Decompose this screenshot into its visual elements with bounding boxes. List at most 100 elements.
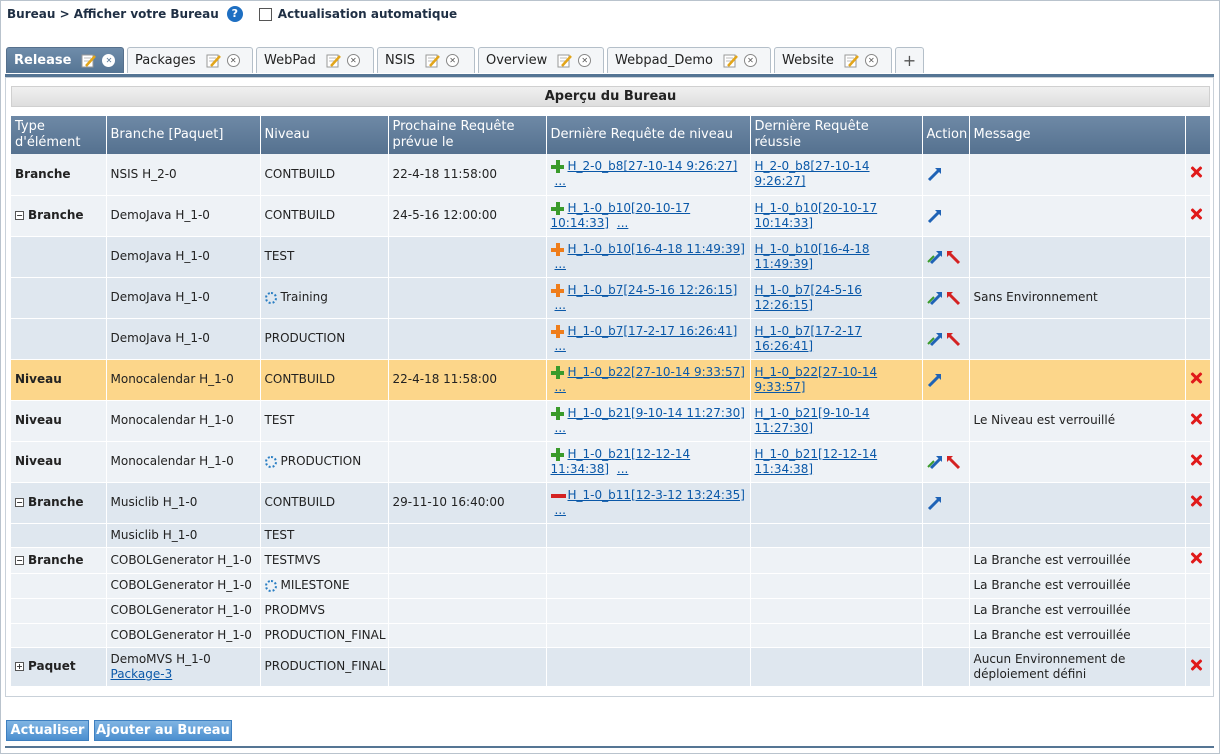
deploy-icon[interactable] (926, 249, 943, 265)
type-label: Niveau (15, 454, 62, 468)
close-icon[interactable]: ✕ (346, 54, 360, 67)
collapse-icon[interactable]: − (15, 211, 24, 220)
more-link[interactable]: ... (617, 216, 628, 230)
more-link[interactable]: ... (617, 462, 628, 476)
delete-icon[interactable] (1190, 166, 1202, 178)
edit-icon[interactable] (326, 53, 341, 68)
more-link[interactable]: ... (555, 421, 566, 435)
delete-icon[interactable] (1190, 552, 1202, 564)
more-link[interactable]: ... (555, 257, 566, 271)
add-request-icon[interactable] (550, 242, 564, 256)
collapse-icon[interactable]: − (15, 555, 24, 565)
promote-icon[interactable] (927, 372, 943, 388)
more-link[interactable]: ... (555, 298, 566, 312)
success-request-link[interactable]: H_1-0_b7[17-2-17 16:26:41] (755, 324, 862, 353)
tab-webpad-demo[interactable]: Webpad_Demo ✕ (607, 47, 771, 73)
collapse-icon[interactable]: − (15, 498, 24, 507)
demote-icon[interactable] (945, 331, 961, 347)
add-request-icon[interactable] (550, 160, 564, 174)
promote-icon[interactable] (927, 495, 943, 511)
add-tab-button[interactable]: + (895, 47, 924, 73)
add-to-bureau-button[interactable]: Ajouter au Bureau (94, 720, 232, 741)
close-icon[interactable]: ✕ (446, 54, 460, 67)
add-request-icon[interactable] (550, 283, 564, 297)
type-cell (11, 236, 107, 278)
edit-icon[interactable] (425, 53, 440, 68)
add-request-icon[interactable] (550, 324, 564, 338)
add-request-icon[interactable] (550, 201, 564, 215)
request-link[interactable]: H_1-0_b11[12-3-12 13:24:35] (568, 488, 745, 502)
success-request-link[interactable]: H_2-0_b8[27-10-14 9:26:27] (755, 159, 870, 188)
success-request-link[interactable]: H_1-0_b7[24-5-16 12:26:15] (755, 283, 862, 312)
delete-cell (1185, 523, 1211, 548)
tab-release[interactable]: Release ✕ (6, 47, 124, 73)
close-icon[interactable]: ✕ (743, 54, 757, 67)
delete-icon[interactable] (1190, 454, 1202, 466)
tab-label: Website (782, 53, 834, 68)
auto-refresh-checkbox[interactable] (258, 7, 272, 21)
table-row: DemoJava H_1-0 PRODUCTION H_1-0_b7[17-2-17… (11, 318, 1211, 360)
request-link[interactable]: H_1-0_b7[24-5-16 12:26:15] (568, 283, 738, 297)
tab-website[interactable]: Website ✕ (774, 47, 892, 73)
success-request-link[interactable]: H_1-0_b22[27-10-14 9:33:57] (755, 365, 878, 394)
expand-icon[interactable]: + (15, 662, 24, 671)
request-link[interactable]: H_2-0_b8[27-10-14 9:26:27] (568, 159, 738, 173)
delete-icon[interactable] (1190, 659, 1202, 671)
promote-icon[interactable] (927, 208, 943, 224)
close-icon[interactable]: ✕ (578, 54, 592, 67)
add-request-icon[interactable] (550, 406, 564, 420)
demote-icon[interactable] (945, 454, 961, 470)
tab-webpad[interactable]: WebPad ✕ (256, 47, 374, 73)
more-link[interactable]: ... (555, 503, 566, 517)
tab-nsis[interactable]: NSIS ✕ (377, 47, 475, 73)
deploy-icon[interactable] (926, 331, 943, 347)
demote-icon[interactable] (945, 290, 961, 306)
delete-icon[interactable] (1190, 495, 1202, 507)
edit-icon[interactable] (557, 53, 573, 68)
delete-icon[interactable] (1190, 413, 1202, 425)
type-cell (11, 318, 107, 360)
request-link[interactable]: H_1-0_b7[17-2-17 16:26:41] (568, 324, 738, 338)
deploy-icon[interactable] (926, 454, 943, 470)
demote-icon[interactable] (945, 249, 961, 265)
deploy-icon[interactable] (926, 290, 943, 306)
add-request-icon[interactable] (550, 447, 564, 461)
delete-cell (1185, 441, 1211, 483)
request-link[interactable]: H_1-0_b10[16-4-18 11:49:39] (568, 242, 745, 256)
edit-icon[interactable] (844, 53, 859, 68)
close-icon[interactable]: ✕ (226, 54, 240, 67)
success-request-link[interactable]: H_1-0_b10[16-4-18 11:49:39] (755, 242, 870, 271)
success-request-link[interactable]: H_1-0_b10[20-10-17 10:14:33] (755, 201, 878, 230)
promote-icon[interactable] (927, 166, 943, 182)
edit-icon[interactable] (723, 53, 738, 68)
request-link[interactable]: H_1-0_b21[9-10-14 11:27:30] (568, 406, 745, 420)
level-name: CONTBUILD (264, 166, 336, 181)
last-level-request-cell: H_1-0_b10[20-10-17 10:14:33] ... (546, 195, 751, 237)
delete-icon[interactable] (1190, 208, 1202, 220)
tab-packages[interactable]: Packages ✕ (127, 47, 253, 73)
edit-icon[interactable] (81, 53, 97, 68)
action-cell (922, 523, 970, 548)
success-request-link[interactable]: H_1-0_b21[9-10-14 11:27:30] (755, 406, 870, 435)
add-request-icon[interactable] (550, 365, 564, 379)
more-link[interactable]: ... (555, 174, 566, 188)
failed-request-icon[interactable] (550, 489, 566, 502)
refresh-button[interactable]: Actualiser (6, 720, 89, 741)
branch-name: DemoJava H_1-0 (110, 331, 210, 345)
more-link[interactable]: ... (555, 380, 566, 394)
branch-name: DemoMVS H_1-0 (110, 651, 211, 666)
package-link[interactable]: Package-3 (111, 667, 173, 681)
request-link[interactable]: H_1-0_b22[27-10-14 9:33:57] (568, 365, 745, 379)
tab-overview[interactable]: Overview ✕ (478, 47, 604, 73)
action-cell (922, 195, 970, 237)
close-icon[interactable]: ✕ (864, 54, 878, 67)
success-request-link[interactable]: H_1-0_b21[12-12-14 11:34:38] (755, 447, 878, 476)
last-level-request-cell: H_2-0_b8[27-10-14 9:26:27] ... (546, 154, 751, 196)
delete-icon[interactable] (1190, 372, 1202, 384)
last-level-request-cell (546, 573, 751, 599)
more-link[interactable]: ... (555, 339, 566, 353)
last-success-request-cell: H_2-0_b8[27-10-14 9:26:27] (750, 154, 923, 196)
edit-icon[interactable] (206, 53, 221, 68)
help-icon[interactable]: ? (226, 6, 243, 22)
close-icon[interactable]: ✕ (102, 54, 116, 67)
